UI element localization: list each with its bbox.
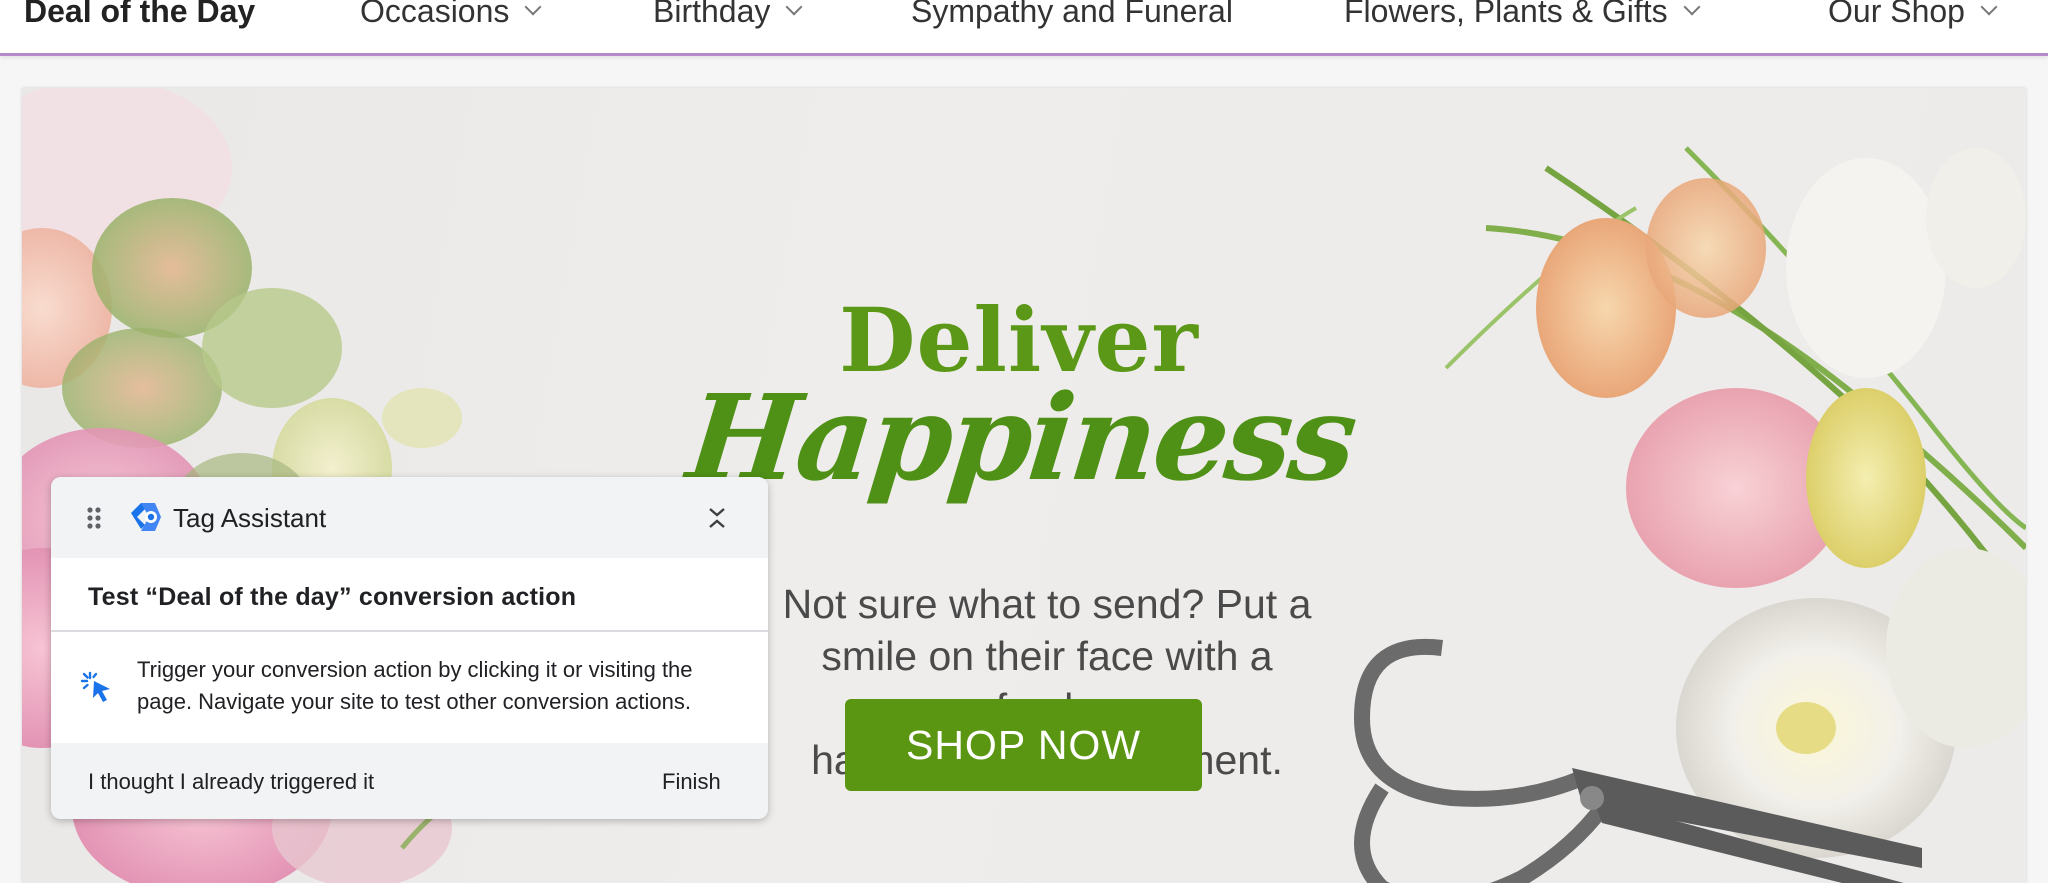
instruction-line: page. Navigate your site to test other c… [137, 689, 691, 714]
tag-assistant-panel: Tag Assistant Test “Deal of the day” con… [51, 477, 768, 819]
already-triggered-link[interactable]: I thought I already triggered it [88, 767, 374, 797]
nav-item-label: Deal of the Day [24, 0, 256, 29]
nav-item-birthday[interactable]: Birthday [653, 0, 803, 31]
tag-assistant-header: Tag Assistant [51, 477, 768, 558]
instruction-line: Trigger your conversion action by clicki… [137, 657, 693, 682]
nav-item-flowers-plants-gifts[interactable]: Flowers, Plants & Gifts [1344, 0, 1701, 31]
conversion-action-heading: Test “Deal of the day” conversion action [88, 583, 577, 611]
nav-item-our-shop[interactable]: Our Shop [1828, 0, 1998, 31]
chevron-down-icon [1683, 0, 1701, 16]
nav-item-label: Occasions [360, 0, 510, 29]
cursor-click-icon [80, 671, 110, 702]
nav-item-deal-of-the-day[interactable]: Deal of the Day [24, 0, 255, 31]
nav-item-sympathy-and-funeral[interactable]: Sympathy and Funeral [911, 0, 1233, 31]
chevron-down-icon [785, 0, 803, 16]
instruction-text: Trigger your conversion action by clicki… [137, 654, 747, 718]
hero-description-line: Not sure what to send? Put a [782, 581, 1312, 627]
chevron-down-icon [1980, 0, 1998, 16]
nav-item-occasions[interactable]: Occasions [360, 0, 542, 31]
divider [51, 630, 768, 632]
shop-now-button[interactable]: SHOP NOW [845, 699, 1202, 791]
top-navigation: Deal of the Day Occasions Birthday Sympa… [0, 0, 2048, 56]
finish-button[interactable]: Finish [662, 767, 721, 797]
tag-assistant-logo-icon [131, 503, 161, 531]
nav-item-label: Flowers, Plants & Gifts [1344, 0, 1668, 29]
nav-item-label: Sympathy and Funeral [911, 0, 1233, 29]
scissors-image [1353, 638, 1922, 883]
collapse-icon[interactable] [702, 503, 732, 533]
nav-item-label: Our Shop [1828, 0, 1965, 29]
nav-item-label: Birthday [653, 0, 771, 29]
drag-handle-icon[interactable] [86, 506, 102, 530]
chevron-down-icon [524, 0, 542, 16]
tag-assistant-title: Tag Assistant [173, 503, 327, 533]
